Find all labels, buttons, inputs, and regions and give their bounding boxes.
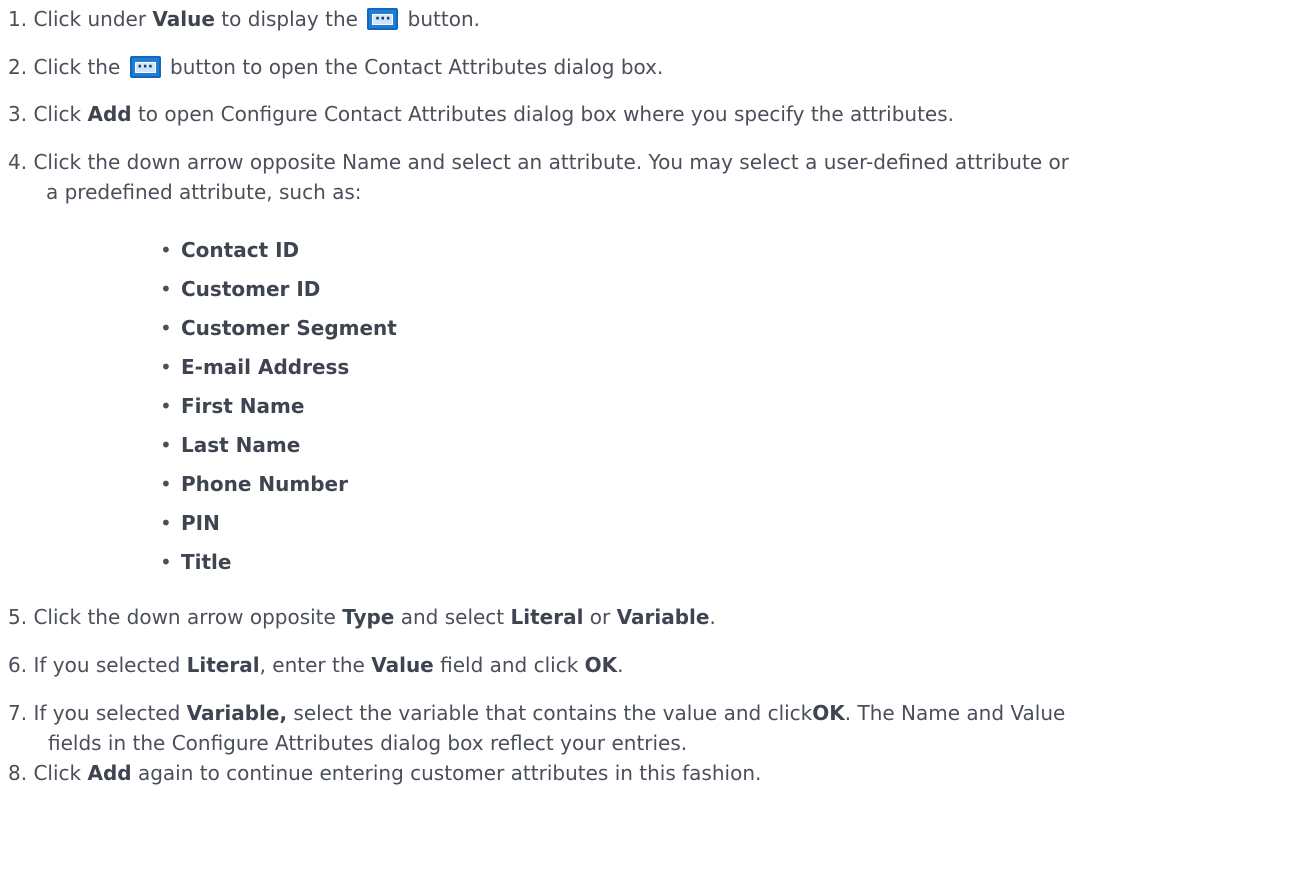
ellipsis-button-icon: [367, 8, 399, 30]
list-item: • PIN: [160, 508, 220, 538]
step-number: 2.: [8, 55, 28, 79]
step-emphasis: Value: [371, 653, 434, 677]
list-item: • Customer ID: [160, 274, 320, 304]
step-text: field and click: [433, 653, 585, 677]
step-text: Click the down arrow opposite: [33, 605, 343, 629]
step-number: 6.: [8, 653, 28, 677]
step-emphasis: Add: [87, 102, 132, 126]
step-number: 8.: [8, 761, 28, 785]
step-number: 1.: [8, 7, 28, 31]
step-text: Click under: [33, 7, 153, 31]
step-5: 5. Click the down arrow opposite Type an…: [8, 602, 1294, 632]
step-2: 2. Click the button to open the Contact …: [8, 52, 1294, 82]
step-text: If you selected: [33, 701, 187, 725]
step-number: 7.: [8, 701, 28, 725]
step-emphasis: Value: [152, 7, 215, 31]
step-text: Click: [33, 761, 88, 785]
step-text: .: [617, 653, 624, 677]
step-text: Click: [33, 102, 88, 126]
step-1: 1. Click under Value to display the butt…: [8, 4, 1294, 34]
bullet: •: [160, 355, 172, 379]
step-text-continued: a predefined attribute, such as:: [46, 180, 362, 204]
bullet: •: [160, 433, 172, 457]
step-text: If you selected: [33, 653, 187, 677]
bullet: •: [160, 550, 172, 574]
step-number: 4.: [8, 150, 28, 174]
step-text: .: [709, 605, 716, 629]
step-text: Click the down arrow opposite Name and s…: [33, 150, 1069, 174]
step-4: 4. Click the down arrow opposite Name an…: [8, 147, 1294, 207]
step-6: 6. If you selected Literal, enter the Va…: [8, 650, 1294, 680]
list-item: • E-mail Address: [160, 352, 349, 382]
step-text: or: [583, 605, 617, 629]
list-item: • Contact ID: [160, 235, 299, 265]
step-number: 5.: [8, 605, 28, 629]
step-emphasis: Variable: [616, 605, 710, 629]
bullet: •: [160, 277, 172, 301]
step-text: to open Configure Contact Attributes dia…: [131, 102, 955, 126]
list-item: • Phone Number: [160, 469, 348, 499]
step-emphasis: Literal: [186, 653, 260, 677]
step-text: , enter the: [259, 653, 372, 677]
instructions-document: 1. Click under Value to display the butt…: [0, 0, 1302, 890]
step-8: 8. Click Add again to continue entering …: [8, 758, 1294, 788]
list-item: • First Name: [160, 391, 304, 421]
list-item: • Title: [160, 547, 231, 577]
step-7: 7. If you selected Variable, select the …: [8, 698, 1294, 758]
step-number: 3.: [8, 102, 28, 126]
step-text: . The Name and Value: [844, 701, 1066, 725]
step-text: button.: [401, 7, 480, 31]
step-emphasis: Type: [342, 605, 395, 629]
step-emphasis: Variable,: [186, 701, 288, 725]
ellipsis-button-icon: [129, 56, 161, 78]
bullet: •: [160, 472, 172, 496]
step-emphasis: OK: [584, 653, 618, 677]
bullet: •: [160, 316, 172, 340]
bullet: •: [160, 511, 172, 535]
step-3: 3. Click Add to open Configure Contact A…: [8, 99, 1294, 129]
list-item: • Customer Segment: [160, 313, 397, 343]
list-item: • Last Name: [160, 430, 300, 460]
step-text: again to continue entering customer attr…: [131, 761, 762, 785]
step-emphasis: Add: [87, 761, 132, 785]
step-text: and select: [394, 605, 511, 629]
step-emphasis: OK: [812, 701, 845, 725]
bullet: •: [160, 238, 172, 262]
step-text: to display the: [214, 7, 365, 31]
step-text: select the variable that contains the va…: [287, 701, 813, 725]
bullet: •: [160, 394, 172, 418]
step-emphasis: Literal: [510, 605, 584, 629]
step-text: button to open the Contact Attributes di…: [163, 55, 664, 79]
step-text: Click the: [33, 55, 127, 79]
step-text-continued: fields in the Configure Attributes dialo…: [48, 731, 688, 755]
